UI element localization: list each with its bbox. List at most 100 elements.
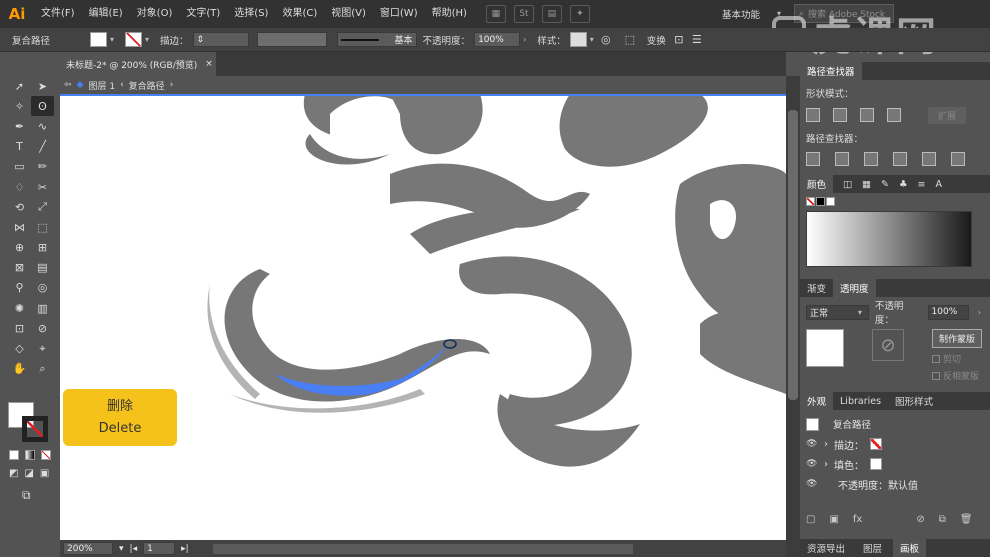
- column-graph-icon[interactable]: ▥: [31, 298, 54, 318]
- width-tool-icon[interactable]: ⋈: [8, 217, 31, 237]
- menu-type[interactable]: 文字(T): [179, 0, 227, 28]
- crop-icon[interactable]: [893, 152, 907, 166]
- close-icon[interactable]: ×: [205, 59, 213, 69]
- breadcrumb-layer[interactable]: 图层 1: [88, 79, 115, 92]
- tab-color[interactable]: 颜色: [800, 175, 834, 193]
- clip-checkbox[interactable]: [932, 354, 940, 363]
- chevron-down-icon[interactable]: ▾: [119, 544, 124, 554]
- expand-arrow-icon[interactable]: ›: [824, 439, 828, 450]
- scissors-icon[interactable]: ✂: [31, 177, 54, 197]
- direct-selection-tool-icon[interactable]: ➤: [31, 76, 54, 96]
- menu-edit[interactable]: 编辑(E): [82, 0, 130, 28]
- symbols-icon[interactable]: ♣: [899, 179, 908, 190]
- swatches-icon[interactable]: ▦: [862, 179, 871, 190]
- draw-normal-icon[interactable]: ◩: [9, 468, 18, 480]
- add-effect-icon[interactable]: fx: [853, 514, 862, 525]
- recolor-icon[interactable]: ◎: [597, 32, 615, 48]
- make-mask-button[interactable]: 制作蒙版: [932, 329, 983, 348]
- artboard-canvas[interactable]: [60, 94, 786, 540]
- tab-graphic-styles[interactable]: 图形样式: [888, 392, 940, 410]
- appearance-stroke-row[interactable]: 👁 › 描边：: [806, 434, 984, 454]
- free-transform-icon[interactable]: ⬚: [31, 217, 54, 237]
- new-art-icon[interactable]: ▢: [806, 514, 815, 525]
- stroke-panel-icon[interactable]: ≡: [917, 179, 925, 190]
- eyedropper-icon[interactable]: ⚲: [8, 278, 31, 298]
- slice-tool-icon[interactable]: ⊘: [31, 318, 54, 338]
- minus-back-icon[interactable]: [951, 152, 965, 166]
- blend-mode-select[interactable]: 正常 ▾: [806, 304, 869, 320]
- color-spectrum[interactable]: [806, 211, 972, 267]
- paintbrush-icon[interactable]: ✏: [31, 157, 54, 177]
- line-tool-icon[interactable]: ╱: [31, 137, 54, 157]
- first-artboard-icon[interactable]: |◂: [130, 544, 138, 554]
- type-panel-icon[interactable]: A: [935, 179, 942, 190]
- brushes-icon[interactable]: ✎: [881, 179, 889, 190]
- tab-transparency[interactable]: 透明度: [833, 279, 876, 297]
- zoom-tool-icon[interactable]: ⌕: [31, 359, 54, 379]
- selection-tool-icon[interactable]: ➚: [8, 76, 31, 96]
- stroke-swatch[interactable]: [125, 32, 143, 47]
- menu-file[interactable]: 文件(F): [34, 0, 82, 28]
- brush-definition[interactable]: 基本: [336, 32, 417, 47]
- merge-icon[interactable]: [864, 152, 878, 166]
- scale-tool-icon[interactable]: ⤢: [31, 197, 54, 217]
- tab-layers[interactable]: 图层: [856, 539, 889, 557]
- add-stroke-icon[interactable]: ▣: [829, 514, 838, 525]
- visibility-eye-icon[interactable]: 👁: [806, 459, 818, 469]
- lasso-tool-icon[interactable]: ʘ: [31, 96, 54, 117]
- shaper-tool-icon[interactable]: ♢: [8, 177, 31, 197]
- blend-tool-icon[interactable]: ◎: [31, 278, 54, 298]
- appearance-fill-row[interactable]: 👁 › 填色：: [806, 454, 984, 474]
- stroke-color-box[interactable]: [22, 416, 48, 442]
- color-mode-icon[interactable]: [9, 450, 19, 460]
- more-options-icon[interactable]: ☰: [688, 32, 706, 48]
- appearance-opacity-row[interactable]: 👁 不透明度：默认值: [806, 474, 984, 494]
- opacity-field[interactable]: 100%: [474, 32, 521, 47]
- stroke-swatch-none[interactable]: [870, 438, 882, 450]
- white-swatch[interactable]: [826, 197, 835, 206]
- draw-behind-icon[interactable]: ◪: [24, 468, 33, 480]
- symbol-sprayer-icon[interactable]: ✺: [8, 298, 31, 318]
- eraser-icon[interactable]: ◇: [8, 338, 31, 358]
- no-mask-icon[interactable]: ⊘: [872, 329, 904, 361]
- back-arrow-icon[interactable]: ⇦: [64, 80, 72, 90]
- tab-pathfinder[interactable]: 路径查找器: [800, 62, 862, 80]
- tab-libraries[interactable]: Libraries: [833, 392, 888, 410]
- rectangle-tool-icon[interactable]: ▭: [8, 157, 31, 177]
- duplicate-item-icon[interactable]: ⧉: [939, 514, 946, 525]
- variable-width-profile[interactable]: [256, 32, 327, 47]
- none-mode-icon[interactable]: [41, 450, 51, 460]
- menu-view[interactable]: 视图(V): [324, 0, 373, 28]
- align-icon[interactable]: ⬚: [621, 32, 639, 48]
- fill-swatch-white[interactable]: [870, 458, 882, 470]
- next-artboard-icon[interactable]: ▸|: [181, 544, 189, 554]
- magic-wand-icon[interactable]: ✧: [8, 96, 31, 116]
- document-tab[interactable]: 未标题-2* @ 200% (RGB/预览) ×: [60, 52, 216, 76]
- graphic-style-swatch[interactable]: [569, 32, 587, 47]
- transparency-opacity-field[interactable]: 100%: [927, 304, 969, 320]
- pen-tool-icon[interactable]: ✒: [8, 116, 31, 136]
- curvature-tool-icon[interactable]: ∿: [31, 116, 54, 136]
- exclude-icon[interactable]: [887, 108, 901, 122]
- rotate-tool-icon[interactable]: ⟲: [8, 197, 31, 217]
- fill-stroke-indicator[interactable]: [8, 402, 50, 444]
- visibility-eye-icon[interactable]: 👁: [806, 479, 818, 489]
- gradient-mode-icon[interactable]: [25, 450, 35, 460]
- visibility-eye-icon[interactable]: 👁: [806, 439, 818, 449]
- gpu-icon[interactable]: ✦: [569, 5, 590, 23]
- menu-object[interactable]: 对象(O): [130, 0, 180, 28]
- divide-icon[interactable]: [806, 152, 820, 166]
- artboard-tool-icon[interactable]: ⊡: [8, 318, 31, 338]
- bridge-icon[interactable]: ▦: [485, 5, 506, 23]
- anchor-point-icon[interactable]: ⌖: [31, 338, 54, 358]
- expand-arrow-icon[interactable]: ›: [824, 459, 828, 470]
- clear-appearance-icon[interactable]: ⊘: [916, 514, 924, 525]
- invert-mask-checkbox[interactable]: [932, 371, 940, 380]
- isolate-icon[interactable]: ⊡: [670, 32, 688, 48]
- screen-mode-icon[interactable]: ⧉: [22, 488, 31, 503]
- transform-link[interactable]: 变换: [647, 33, 666, 47]
- scrollbar-thumb[interactable]: [788, 110, 798, 400]
- stock-icon[interactable]: St: [513, 5, 534, 23]
- draw-inside-icon[interactable]: ▣: [40, 468, 49, 480]
- tab-artboards[interactable]: 画板: [893, 539, 927, 557]
